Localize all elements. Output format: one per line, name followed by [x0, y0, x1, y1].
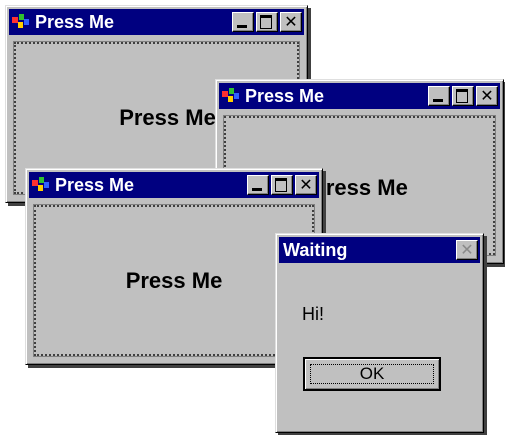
close-icon: ✕: [480, 86, 494, 105]
ok-button[interactable]: OK: [303, 357, 441, 391]
minimize-button[interactable]: [428, 86, 450, 106]
maximize-icon: [275, 178, 287, 192]
press-me-area[interactable]: Press Me: [33, 204, 315, 357]
waiting-dialog[interactable]: Waiting ✕ Hi! OK: [275, 233, 484, 433]
press-me-label: Press Me: [125, 267, 223, 293]
dialog-title: Waiting: [283, 239, 348, 260]
title-bar[interactable]: Waiting ✕: [279, 237, 480, 263]
close-button[interactable]: ✕: [280, 12, 302, 32]
press-me-label: Press Me: [311, 174, 408, 200]
app-icon: [222, 88, 239, 102]
maximize-icon: [456, 89, 468, 103]
maximize-button[interactable]: [256, 12, 278, 32]
minimize-button[interactable]: [232, 12, 254, 32]
window-title: Press Me: [245, 85, 325, 106]
title-bar[interactable]: Press Me ✕: [29, 172, 319, 198]
maximize-button[interactable]: [452, 86, 474, 106]
title-bar[interactable]: Press Me ✕: [219, 83, 500, 109]
maximize-button[interactable]: [271, 175, 293, 195]
minimize-icon: [237, 25, 247, 28]
close-button[interactable]: ✕: [295, 175, 317, 195]
window-title: Press Me: [55, 174, 135, 195]
dialog-message: Hi!: [302, 304, 324, 324]
minimize-icon: [433, 99, 443, 102]
close-icon: ✕: [284, 12, 298, 31]
close-icon: ✕: [299, 175, 313, 194]
close-icon: ✕: [460, 240, 474, 259]
window-title: Press Me: [35, 11, 115, 32]
app-icon: [32, 177, 49, 191]
minimize-icon: [252, 188, 262, 191]
close-button[interactable]: ✕: [476, 86, 498, 106]
close-button: ✕: [456, 240, 478, 260]
minimize-button[interactable]: [247, 175, 269, 195]
maximize-icon: [260, 15, 272, 29]
focus-rectangle: [310, 364, 434, 384]
title-bar[interactable]: Press Me ✕: [9, 9, 304, 35]
press-me-label: Press Me: [119, 105, 216, 130]
app-icon: [12, 14, 29, 28]
